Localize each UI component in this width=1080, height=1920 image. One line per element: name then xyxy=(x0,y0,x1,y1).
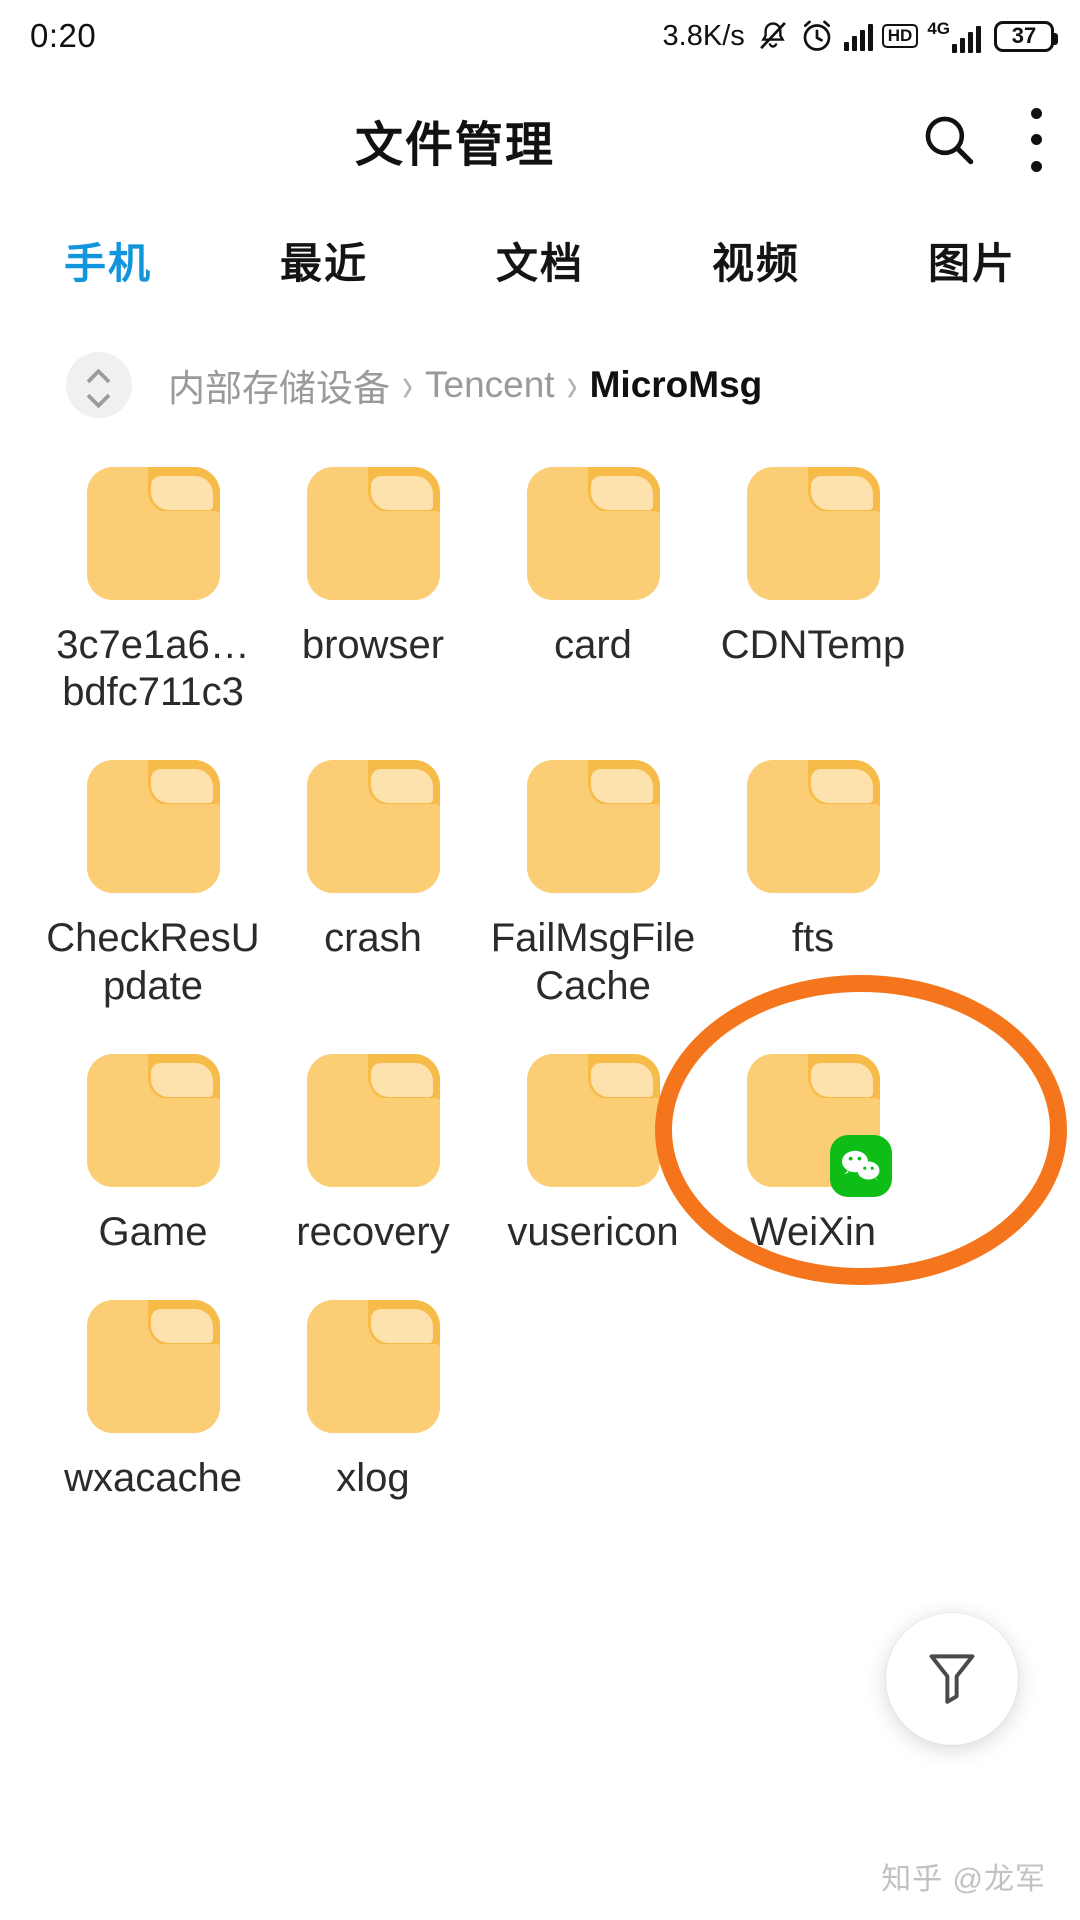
breadcrumb-separator: › xyxy=(566,357,578,412)
tab-videos[interactable]: 视频 xyxy=(648,230,864,291)
folder-item[interactable]: card xyxy=(483,455,703,716)
folder-item[interactable]: fts xyxy=(703,748,923,1009)
folder-label: crash xyxy=(324,916,422,961)
folder-item[interactable]: recovery xyxy=(263,1042,483,1256)
folder-label: recovery xyxy=(296,1209,450,1254)
app-bar: 文件管理 xyxy=(0,72,1080,207)
folder-label: fts xyxy=(791,916,835,961)
folder-icon xyxy=(86,467,220,600)
signal-bars-icon xyxy=(843,21,873,51)
folder-icon xyxy=(526,760,660,894)
folder-label: Game xyxy=(98,1209,208,1254)
folder-icon xyxy=(86,760,220,894)
folder-icon xyxy=(746,467,880,600)
wechat-badge-icon xyxy=(829,1134,892,1197)
page-title: 文件管理 xyxy=(354,118,555,172)
folder-icon xyxy=(306,1299,440,1433)
folder-label: card xyxy=(554,623,632,667)
folder-icon xyxy=(86,1299,220,1433)
watermark: 知乎 @龙军 xyxy=(881,1863,1046,1896)
folder-item[interactable]: vusericon xyxy=(483,1042,703,1256)
status-bar: 0:20 3.8K/s HD 4G 37 xyxy=(0,0,1080,72)
filter-button[interactable] xyxy=(886,1613,1018,1745)
folder-grid-row: wxacache xlog xyxy=(0,1288,1080,1502)
breadcrumb-item-tencent[interactable]: Tencent xyxy=(425,364,555,406)
app-bar-actions xyxy=(920,107,1044,172)
folder-icon xyxy=(306,760,440,894)
folder-item[interactable]: browser xyxy=(263,455,483,716)
mute-bell-icon xyxy=(756,18,790,54)
search-icon[interactable] xyxy=(920,111,978,169)
network-type-label: 4G xyxy=(927,18,950,38)
tab-documents[interactable]: 文档 xyxy=(432,230,648,291)
status-bar-indicators: 3.8K/s HD 4G 37 xyxy=(662,18,1058,54)
folder-label: CheckResUpdate xyxy=(46,916,260,1008)
folder-item[interactable]: CheckResUpdate xyxy=(43,748,263,1009)
4g-signal-icon: 4G xyxy=(927,20,981,53)
folder-icon xyxy=(306,467,440,600)
folder-item[interactable]: crash xyxy=(263,748,483,1009)
breadcrumb-bar: 内部存储设备 › Tencent › MicroMsg xyxy=(0,330,1080,440)
folder-item[interactable]: xlog xyxy=(263,1288,483,1502)
tab-recent[interactable]: 最近 xyxy=(216,230,432,291)
breadcrumb-separator: › xyxy=(402,357,413,412)
folder-icon xyxy=(746,760,880,894)
chevron-up-down-icon[interactable] xyxy=(66,352,132,418)
folder-grid-row: Game recovery vusericon WeiXin xyxy=(0,1042,1080,1256)
folder-item[interactable]: wxacache xyxy=(43,1288,263,1502)
tab-images[interactable]: 图片 xyxy=(864,230,1080,291)
folder-label: 3c7e1a6… bdfc711c3 xyxy=(56,623,250,715)
hd-icon: HD xyxy=(881,24,919,48)
breadcrumb: 内部存储设备 › Tencent › MicroMsg xyxy=(168,357,763,412)
more-vertical-icon[interactable] xyxy=(1028,107,1044,172)
filter-funnel-icon xyxy=(924,1648,980,1711)
alarm-clock-icon xyxy=(799,18,835,54)
tab-phone[interactable]: 手机 xyxy=(0,230,216,291)
folder-label: WeiXin xyxy=(750,1209,876,1254)
folder-item[interactable]: 3c7e1a6… bdfc711c3 xyxy=(43,455,263,716)
battery-level-text: 37 xyxy=(1011,23,1037,48)
folder-item[interactable]: FailMsgFileCache xyxy=(483,748,703,1009)
folder-icon xyxy=(306,1053,440,1187)
folder-label: FailMsgFileCache xyxy=(490,916,696,1008)
folder-icon xyxy=(746,1053,892,1197)
folder-label: CDNTemp xyxy=(720,623,906,667)
network-speed-text: 3.8K/s xyxy=(662,19,745,52)
chevron-up-icon xyxy=(90,372,109,383)
folder-grid-row: CheckResUpdate crash FailMsgFileCache ft… xyxy=(0,748,1080,1009)
folder-item-weixin[interactable]: WeiXin xyxy=(703,1042,923,1256)
chevron-down-icon xyxy=(90,388,109,399)
folder-icon xyxy=(526,467,660,600)
folder-label: browser xyxy=(301,623,445,667)
folder-item[interactable]: CDNTemp xyxy=(703,455,923,716)
breadcrumb-item-micromsg[interactable]: MicroMsg xyxy=(590,364,763,406)
status-bar-time: 0:20 xyxy=(30,17,97,54)
folder-label: xlog xyxy=(336,1455,410,1500)
folder-icon xyxy=(86,1053,220,1187)
breadcrumb-item-storage[interactable]: 内部存储设备 xyxy=(168,358,390,412)
battery-icon: 37 xyxy=(994,20,1058,52)
folder-icon xyxy=(526,1053,660,1187)
folder-label: vusericon xyxy=(507,1209,679,1254)
tab-bar: 手机 最近 文档 视频 图片 xyxy=(0,210,1080,310)
folder-grid-row: 3c7e1a6… bdfc711c3 browser card CDNTemp xyxy=(0,455,1080,716)
folder-grid: 3c7e1a6… bdfc711c3 browser card CDNTemp xyxy=(0,455,1080,1534)
folder-label: wxacache xyxy=(64,1455,242,1500)
folder-item[interactable]: Game xyxy=(43,1042,263,1256)
